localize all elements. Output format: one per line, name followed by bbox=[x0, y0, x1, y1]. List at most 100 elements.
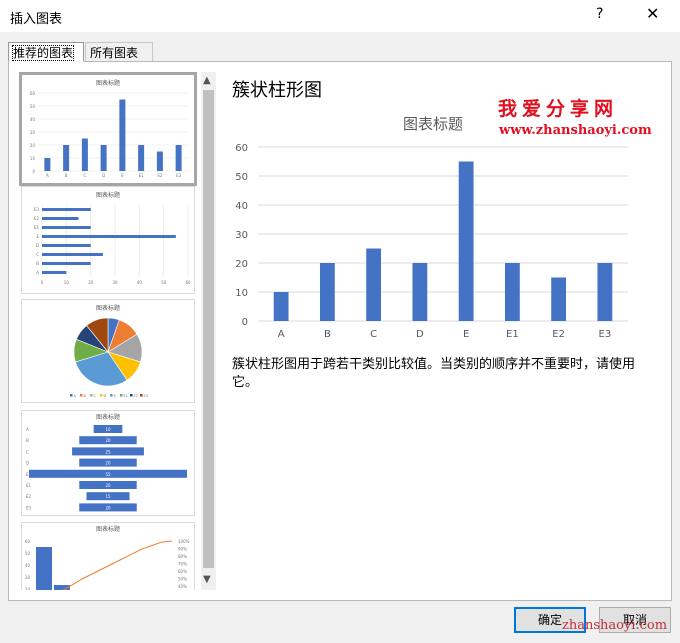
tab-recommended-charts[interactable]: 推荐的图表 bbox=[8, 42, 84, 62]
thumb-y2-tick: 50% bbox=[178, 577, 187, 582]
scroll-thumb[interactable] bbox=[203, 90, 214, 568]
thumb-legend-label: A bbox=[74, 394, 77, 398]
thumb-title: 图表标题 bbox=[96, 191, 120, 199]
chart-description: 簇状柱形图用于跨若干类别比较值。当类别的顺序并不重要时，请使用它。 bbox=[232, 357, 636, 390]
thumb-funnel-value: 10 bbox=[105, 427, 111, 432]
thumb-y2-tick: 70% bbox=[178, 562, 187, 567]
thumb-x-tick: D bbox=[102, 173, 105, 178]
scroll-down-icon[interactable]: ▼ bbox=[203, 574, 211, 585]
window-title: 插入图表 bbox=[10, 12, 63, 27]
x-tick-label: E2 bbox=[552, 329, 565, 340]
thumb-title: 图表标题 bbox=[96, 413, 120, 421]
thumb-y-tick: 0 bbox=[32, 169, 35, 174]
x-tick-label: E1 bbox=[506, 329, 519, 340]
y-tick-label: 10 bbox=[235, 288, 248, 299]
thumb-legend-swatch bbox=[70, 394, 73, 397]
thumb-funnel-category: E2 bbox=[26, 494, 32, 499]
thumb-x-tick: 20 bbox=[88, 280, 94, 285]
thumb-pareto-chart: 图表标题 60 50 40 30 20 100% 90% 80% 70% 60% 50% 40% bbox=[25, 525, 190, 590]
close-button[interactable]: ✕ bbox=[646, 4, 659, 23]
thumb-y-tick: 60 bbox=[25, 539, 31, 544]
thumb-funnel-value: 20 bbox=[105, 483, 111, 488]
thumb-x-tick: 40 bbox=[137, 280, 143, 285]
bar-B bbox=[319, 263, 335, 321]
y-tick-label: 40 bbox=[235, 201, 248, 212]
watermark-text: 我爱分享网 bbox=[498, 98, 619, 120]
thumb-legend-label: D bbox=[104, 394, 107, 398]
thumb-legend-swatch bbox=[80, 394, 83, 397]
thumb-y2-tick: 60% bbox=[178, 569, 187, 574]
thumb-clustered-column[interactable]: 图表标题 0 10 20 30 40 50 60 A B C D E E1 E2 E3 bbox=[19, 72, 197, 186]
thumb-y-tick: E bbox=[36, 234, 39, 239]
thumb-legend-swatch bbox=[130, 394, 133, 397]
thumb-funnel-category: E bbox=[26, 472, 29, 477]
thumb-bar-chart: 图表标题 0 10 20 30 40 50 60 E3 E2 E1 EDCBA bbox=[34, 191, 191, 285]
thumb-pie[interactable]: 图表标题 A B C D E E1 E2 E3 bbox=[21, 299, 195, 403]
thumb-funnel-value: 20 bbox=[105, 505, 111, 510]
y-tick-label: 20 bbox=[235, 259, 248, 270]
thumb-pareto[interactable]: 图表标题 60 50 40 30 20 100% 90% 80% 70% 60% 50% 40% bbox=[21, 522, 195, 590]
bar-E2 bbox=[551, 277, 567, 321]
thumb-x-tick: 50 bbox=[161, 280, 167, 285]
thumb-x-tick: E1 bbox=[139, 173, 145, 178]
thumb-pie-chart: 图表标题 A B C D E E1 E2 E3 bbox=[70, 304, 148, 398]
thumb-y-tick: 50 bbox=[25, 551, 31, 556]
bar-C bbox=[366, 248, 382, 321]
thumbnail-scrollbar[interactable]: ▲ ▼ bbox=[201, 72, 216, 590]
thumb-hbar bbox=[42, 208, 91, 211]
thumb-bar bbox=[44, 158, 51, 171]
y-tick-label: 60 bbox=[235, 143, 248, 154]
footer-watermark: zhanshaoyi.com bbox=[562, 618, 668, 633]
title-bar: 插入图表 ? ✕ bbox=[0, 0, 680, 32]
thumb-bar bbox=[156, 151, 163, 171]
thumb-funnel-value: 15 bbox=[105, 494, 111, 499]
x-tick-label: A bbox=[278, 329, 285, 340]
y-tick-label: 50 bbox=[235, 172, 248, 183]
tab-label: 推荐的图表 bbox=[11, 45, 75, 61]
recommended-chart-list: 图表标题 0 10 20 30 40 50 60 A B C D E E1 E2 E3 图表标题 0 10 20 30… bbox=[9, 72, 201, 590]
thumb-x-tick: C bbox=[83, 173, 86, 178]
thumb-funnel[interactable]: 图表标题 10 A 20 B 25 C 20 D 55 E 20 E1 15 E2 20 E3 bbox=[21, 410, 195, 516]
thumb-bar bbox=[138, 145, 145, 171]
thumb-hbar bbox=[42, 244, 91, 247]
x-tick-label: C bbox=[370, 329, 377, 340]
thumb-y2-tick: 80% bbox=[178, 554, 187, 559]
thumb-x-tick: 30 bbox=[112, 280, 118, 285]
thumb-hbar bbox=[42, 226, 91, 229]
thumb-legend-label: C bbox=[94, 394, 97, 398]
thumb-y-tick: 40 bbox=[30, 117, 36, 122]
bar-D bbox=[412, 263, 428, 321]
y-tick-label: 30 bbox=[235, 230, 248, 241]
thumb-y2-tick: 100% bbox=[178, 539, 190, 544]
thumb-bar bbox=[119, 99, 126, 171]
help-button[interactable]: ? bbox=[596, 6, 603, 22]
thumb-x-tick: E bbox=[121, 173, 124, 178]
chart-type-heading: 簇状柱形图 bbox=[232, 80, 322, 101]
thumb-funnel-value: 20 bbox=[105, 461, 111, 466]
thumb-y2-tick: 40% bbox=[178, 584, 187, 589]
thumb-y-tick: 60 bbox=[30, 91, 36, 96]
tab-all-charts[interactable]: 所有图表 bbox=[85, 42, 153, 61]
thumb-pareto-bar bbox=[36, 547, 52, 590]
thumb-hbar bbox=[42, 235, 176, 238]
thumb-y-tick: 20 bbox=[25, 587, 31, 590]
scroll-up-icon[interactable]: ▲ bbox=[203, 75, 211, 86]
thumb-y-tick: A bbox=[36, 270, 39, 275]
thumb-funnel-category: E1 bbox=[26, 483, 32, 488]
thumb-legend-label: E2 bbox=[134, 394, 138, 398]
thumb-title: 图表标题 bbox=[96, 79, 120, 87]
thumb-y-tick: 10 bbox=[30, 156, 36, 161]
thumb-legend-label: B bbox=[84, 394, 87, 398]
thumb-funnel-value: 55 bbox=[105, 472, 111, 477]
thumb-hbar bbox=[42, 271, 67, 274]
thumb-clustered-bar[interactable]: 图表标题 0 10 20 30 40 50 60 E3 E2 E1 E D C B A bbox=[21, 186, 195, 294]
thumb-x-tick: 60 bbox=[185, 280, 191, 285]
thumb-y-tick: 40 bbox=[25, 563, 31, 568]
thumb-legend-swatch bbox=[100, 394, 103, 397]
thumb-legend-swatch bbox=[120, 394, 123, 397]
thumb-y-tick: E1 bbox=[34, 225, 40, 230]
thumb-funnel-category: B bbox=[26, 438, 29, 443]
thumb-x-tick: A bbox=[46, 173, 49, 178]
bar-A bbox=[273, 292, 289, 321]
thumb-y-tick: 30 bbox=[30, 130, 36, 135]
